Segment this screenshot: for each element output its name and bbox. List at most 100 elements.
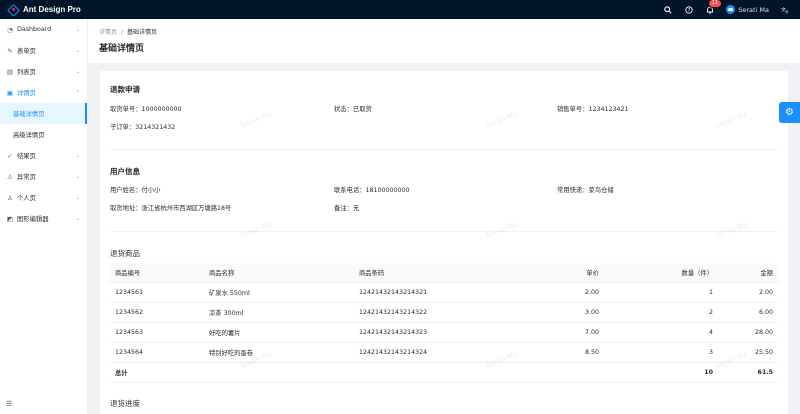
search-icon[interactable]	[663, 5, 672, 14]
page-title: 基础详情页	[99, 44, 145, 54]
watermark: Serati Ma	[714, 110, 749, 130]
table-cell: 矿泉水 550ml	[204, 282, 354, 303]
goods-section-title: 退货商品	[110, 249, 140, 258]
table-cell: 2.00	[718, 282, 778, 303]
logo-icon	[8, 5, 18, 15]
sidebar-item-list[interactable]: ▤ 列表页 ⌄	[0, 61, 87, 82]
table-row: 1234562 凉茶 300ml 12421432143214322 3.00 …	[110, 302, 778, 323]
question-icon[interactable]: ?	[684, 5, 693, 14]
sidebar-item-label: 图形编辑器	[17, 216, 49, 223]
profile-icon: ▣	[6, 88, 14, 97]
total-quantity: 10	[604, 362, 718, 383]
table-cell: 1234561	[110, 282, 204, 303]
refund-sales-no: 销售单号：1234123421	[557, 106, 629, 113]
table-total-row: 总计 10 61.5	[110, 362, 778, 383]
breadcrumb-parent[interactable]: 详情页	[99, 29, 117, 36]
table-cell: 4	[604, 322, 718, 343]
user-express-field: 常用快递：菜鸟仓储	[557, 187, 614, 194]
table-cell	[204, 362, 354, 383]
table-row: 1234564 特别好吃的蛋卷 12421432143214324 8.50 3…	[110, 342, 778, 363]
table-header-row: 商品编号 商品名称 商品条码 单价 数量（件） 金额	[110, 263, 778, 283]
table-cell: 12421432143214321	[354, 282, 524, 303]
dashboard-icon: ◔	[7, 25, 13, 34]
chevron-down-icon: ⌄	[75, 152, 80, 159]
table-cell: 3	[604, 342, 718, 363]
highlight-icon: ◩	[6, 214, 14, 223]
divider	[110, 231, 778, 232]
breadcrumb-separator: /	[121, 29, 124, 36]
goods-table: 商品编号 商品名称 商品条码 单价 数量（件） 金额 1234561 矿泉水 5…	[110, 263, 778, 383]
app-title: Ant Design Pro	[23, 5, 81, 14]
sidebar-item-dashboard[interactable]: ◔ Dashboard ⌄	[0, 19, 87, 40]
page-header: 详情页 / 基础详情页 基础详情页	[88, 19, 800, 63]
table-cell: 2	[604, 302, 718, 323]
table-row: 1234561 矿泉水 550ml 12421432143214321 2.00…	[110, 282, 778, 303]
column-header: 商品条码	[354, 263, 524, 283]
table-cell: 12421432143214322	[354, 302, 524, 323]
watermark: Serati Ma	[239, 220, 274, 240]
sidebar-item-editor[interactable]: ◩ 图形编辑器 ⌄	[0, 208, 87, 229]
refund-sub-order: 子订单：3214321432	[110, 124, 176, 131]
table-cell: 1234563	[110, 322, 204, 343]
svg-text:A: A	[786, 9, 789, 13]
table-cell: 特别好吃的蛋卷	[204, 342, 354, 363]
watermark: Serati Ma	[714, 220, 749, 240]
bell-icon[interactable]: 11	[705, 0, 722, 14]
notification-badge: 11	[708, 0, 722, 8]
table-cell: 1234564	[110, 342, 204, 363]
watermark: Serati Ma	[484, 220, 519, 240]
sidebar-item-label: Dashboard	[17, 26, 52, 33]
warning-icon: ⚠	[7, 172, 13, 181]
sidebar-item-label: 高级详情页	[13, 132, 45, 139]
sidebar-item-form[interactable]: ✎ 表单页 ⌄	[0, 40, 87, 61]
sidebar-item-label: 异常页	[17, 174, 36, 181]
chevron-down-icon: ⌄	[75, 194, 80, 201]
refund-order-no: 取货单号：1000000000	[110, 106, 182, 113]
user-phone-field: 联系电话：18100000000	[334, 187, 410, 194]
sidebar-item-label: 表单页	[17, 48, 36, 55]
table-cell: 7.00	[524, 322, 604, 343]
top-header: Ant Design Pro ? 11 Serati Ma 文A	[0, 0, 800, 19]
form-icon: ✎	[7, 46, 13, 55]
sidebar-item-exception[interactable]: ⚠ 异常页 ⌄	[0, 166, 87, 187]
refund-section-title: 退款申请	[110, 85, 140, 94]
table-cell: 好吃的薯片	[204, 322, 354, 343]
sidebar-item-basic-profile[interactable]: 基础详情页	[0, 103, 87, 124]
settings-drawer-button[interactable]: ⚙	[779, 102, 800, 123]
detail-card: 退款申请 取货单号：1000000000 状态：已取货 销售单号：1234123…	[100, 71, 788, 414]
watermark: Serati Ma	[484, 110, 519, 130]
sidebar-item-advanced-profile[interactable]: 高级详情页	[0, 124, 87, 145]
table-cell: 6.00	[718, 302, 778, 323]
sidebar-item-label: 个人页	[17, 195, 36, 202]
table-cell: 凉茶 300ml	[204, 302, 354, 323]
column-header: 商品编号	[110, 263, 204, 283]
user-remark-field: 备注：无	[334, 205, 360, 212]
breadcrumb: 详情页 / 基础详情页	[99, 27, 157, 36]
table-icon: ▤	[6, 67, 14, 76]
app-logo[interactable]: Ant Design Pro	[0, 0, 81, 19]
avatar	[726, 5, 736, 14]
chevron-down-icon: ⌄	[75, 68, 80, 75]
user-icon: ♙	[7, 193, 13, 202]
table-cell	[524, 362, 604, 383]
table-cell: 2.00	[524, 282, 604, 303]
column-header: 数量（件）	[604, 263, 718, 283]
table-row: 1234563 好吃的薯片 12421432143214323 7.00 4 2…	[110, 322, 778, 343]
progress-section-title: 退货进度	[110, 399, 140, 408]
menu-fold-icon[interactable]: ☰	[6, 400, 12, 408]
chevron-up-icon: ⌃	[75, 89, 80, 96]
translate-icon[interactable]: 文A	[781, 5, 790, 14]
sidebar-item-label: 结果页	[17, 153, 36, 160]
user-name: Serati Ma	[738, 5, 769, 14]
table-cell: 8.50	[524, 342, 604, 363]
sidebar-item-account[interactable]: ♙ 个人页 ⌄	[0, 187, 87, 208]
sidebar-item-result[interactable]: ✓ 结果页 ⌄	[0, 145, 87, 166]
total-label: 总计	[110, 362, 204, 383]
column-header: 单价	[524, 263, 604, 283]
user-menu[interactable]: Serati Ma	[726, 5, 769, 14]
sidebar-item-profile[interactable]: ▣ 详情页 ⌃	[0, 82, 87, 103]
column-header: 商品名称	[204, 263, 354, 283]
table-cell: 3.00	[524, 302, 604, 323]
sidebar-item-label: 详情页	[17, 90, 36, 97]
chevron-down-icon: ⌄	[75, 47, 80, 54]
